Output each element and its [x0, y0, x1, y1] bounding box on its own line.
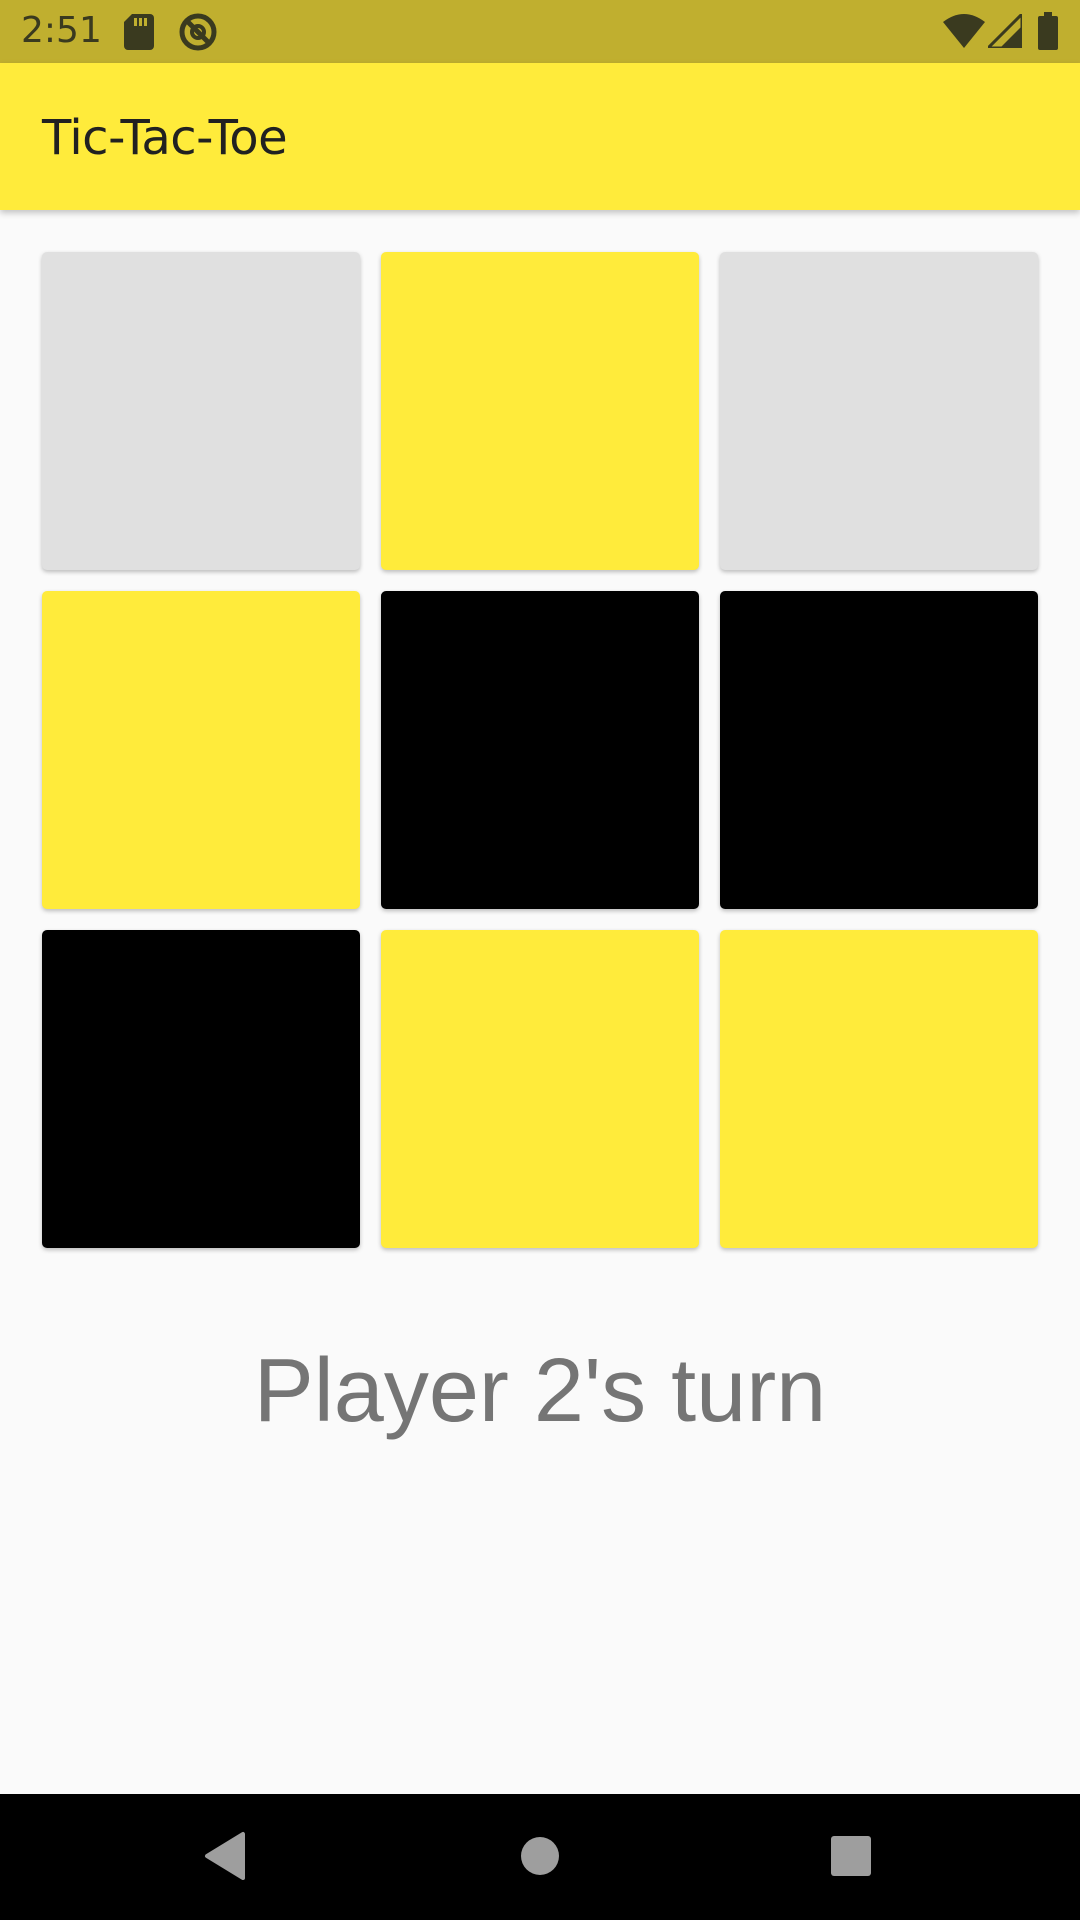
- board-cell-1[interactable]: [42, 252, 360, 570]
- home-icon: [520, 1836, 560, 1880]
- board-cell-3[interactable]: [720, 252, 1038, 570]
- wifi-icon: [943, 14, 985, 52]
- battery-icon: [1038, 12, 1058, 54]
- app-title: Tic-Tac-Toe: [42, 110, 288, 166]
- status-bar: 2:51: [0, 0, 1080, 63]
- board-cell-6[interactable]: [720, 591, 1038, 909]
- back-button[interactable]: [185, 1818, 265, 1898]
- back-icon: [203, 1831, 247, 1885]
- home-button[interactable]: [500, 1818, 580, 1898]
- signal-icon: [984, 10, 1024, 52]
- board-cell-8[interactable]: [381, 930, 699, 1248]
- sd-card-icon: [124, 14, 154, 54]
- game-board: [42, 252, 1038, 1248]
- board-cell-7[interactable]: [42, 930, 360, 1248]
- board-cell-9[interactable]: [720, 930, 1038, 1248]
- board-cell-4[interactable]: [42, 591, 360, 909]
- recents-button[interactable]: [811, 1818, 891, 1898]
- sync-blocked-icon: [178, 12, 218, 56]
- navigation-bar: [0, 1794, 1080, 1920]
- turn-indicator: Player 2's turn: [253, 1341, 827, 1441]
- board-cell-2[interactable]: [381, 252, 699, 570]
- recents-icon: [831, 1836, 871, 1880]
- board-cell-5[interactable]: [381, 591, 699, 909]
- app-bar: Tic-Tac-Toe: [0, 63, 1080, 210]
- status-time: 2:51: [21, 10, 102, 51]
- screen: 2:51 Tic-Tac-Toe Player 2's turn: [0, 0, 1080, 1920]
